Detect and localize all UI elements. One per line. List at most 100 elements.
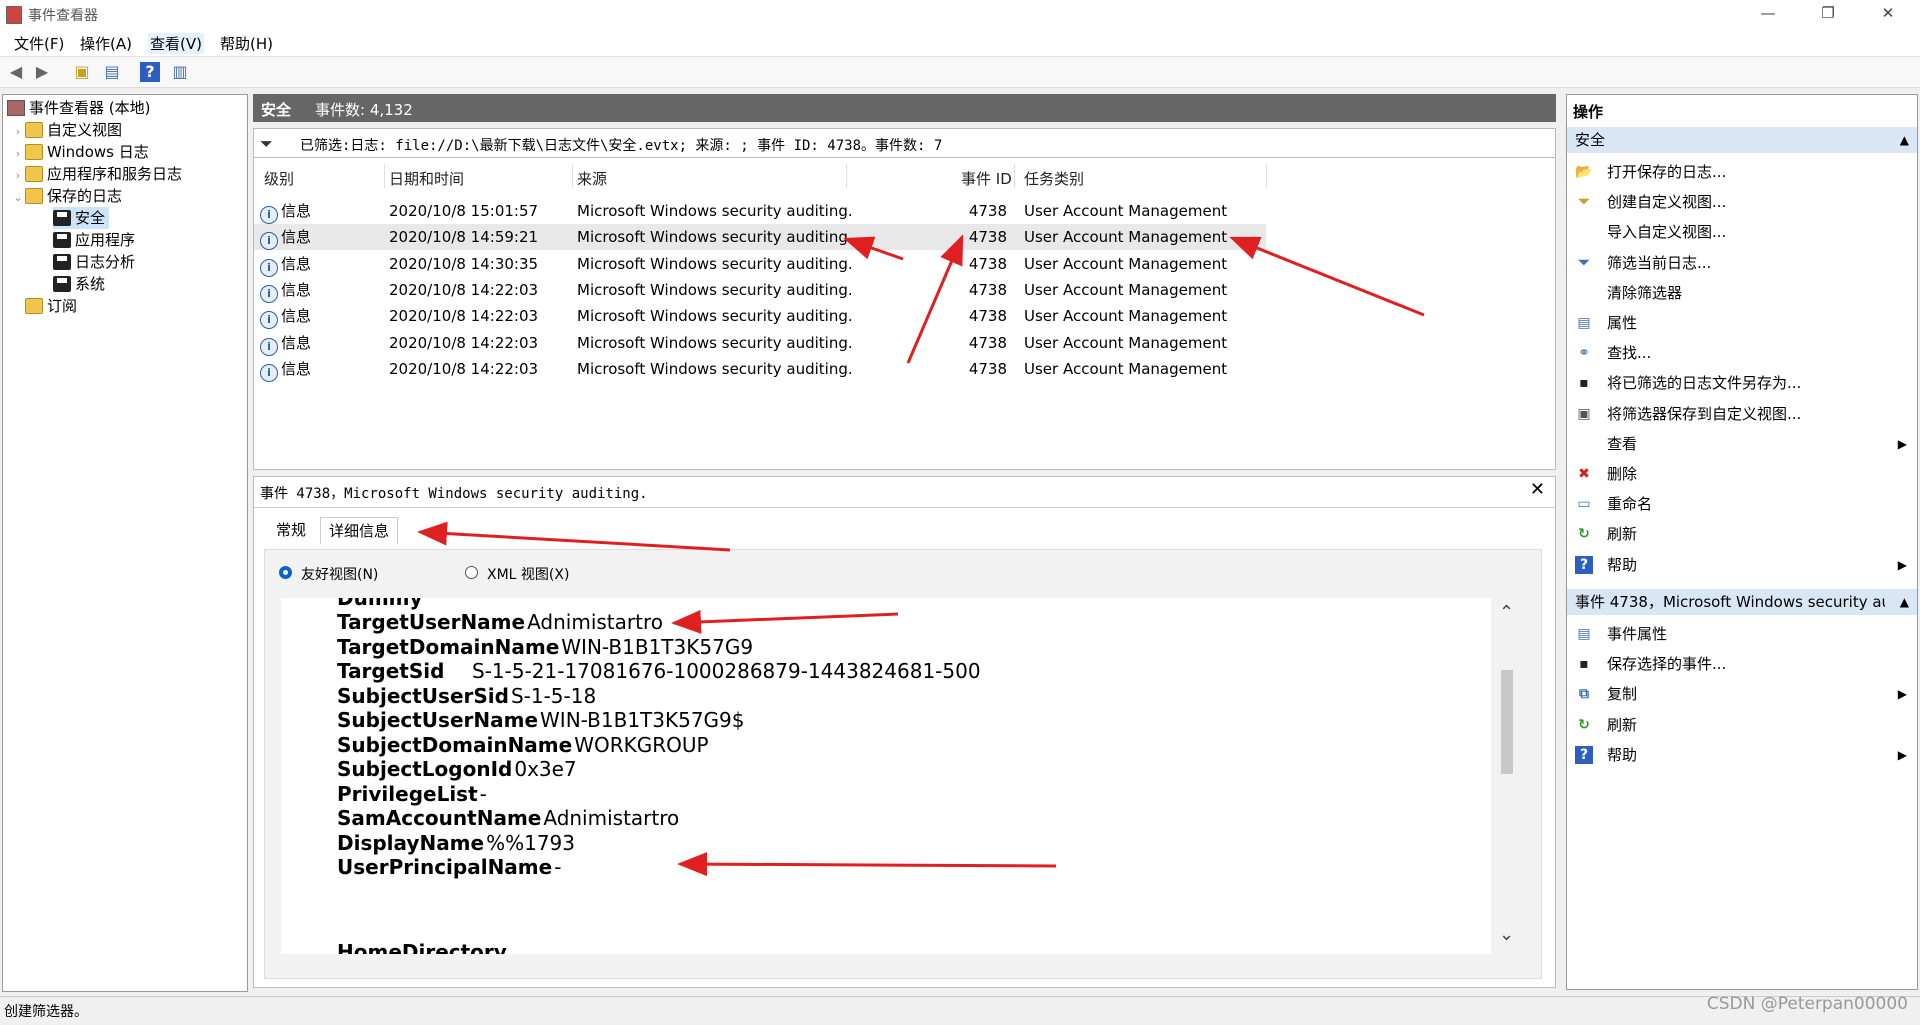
column-divider[interactable] — [384, 164, 385, 188]
action-item[interactable]: 清除筛选器 — [1567, 278, 1917, 308]
column-event-id[interactable]: 事件 ID — [961, 168, 1012, 189]
collapse-icon[interactable]: ▲ — [1900, 127, 1909, 153]
chevron-down-icon[interactable]: ⌄ — [11, 187, 25, 209]
column-level[interactable]: 级别 — [264, 168, 294, 189]
field-key: SubjectDomainName — [337, 732, 573, 757]
table-row[interactable]: i 信息 2020/10/8 14:30:35 Microsoft Windows s… — [254, 251, 1266, 277]
minimize-button[interactable]: — — [1758, 4, 1778, 22]
action-item[interactable]: ⧉ 复制 ▶ — [1567, 679, 1917, 709]
action-item[interactable]: ⏷ 创建自定义视图... — [1567, 187, 1917, 217]
tree-item-label: 保存的日志 — [47, 187, 123, 205]
tree-item-saved-logs[interactable]: ⌄ 保存的日志 — [11, 185, 122, 207]
table-row[interactable]: i 信息 2020/10/8 14:59:21 Microsoft Windows s… — [254, 224, 1266, 251]
action-item[interactable]: ▪ 将已筛选的日志文件另存为... — [1567, 368, 1917, 398]
tree-item-custom-views[interactable]: › 自定义视图 — [11, 119, 122, 141]
action-label: 清除筛选器 — [1607, 283, 1683, 302]
chevron-right-icon[interactable]: › — [11, 143, 25, 165]
column-divider[interactable] — [846, 164, 847, 188]
action-item[interactable]: 📂 打开保存的日志... — [1567, 157, 1917, 187]
actions-section-security[interactable]: 安全 ▲ — [1567, 127, 1917, 153]
table-row[interactable]: i 信息 2020/10/8 15:01:57 Microsoft Windows s… — [254, 198, 1266, 224]
task-category-cell: User Account Management — [1024, 280, 1228, 299]
action-item[interactable]: ▤ 属性 — [1567, 308, 1917, 338]
action-item[interactable]: 导入自定义视图... — [1567, 217, 1917, 247]
folder-up-icon[interactable]: ▣ — [72, 62, 92, 82]
xml-view-radio[interactable] — [465, 566, 478, 579]
menu-help[interactable]: 帮助(H) — [218, 33, 275, 54]
close-window-button[interactable]: ✕ — [1878, 4, 1898, 22]
action-item[interactable]: ? 帮助 ▶ — [1567, 550, 1917, 580]
action-label: 保存选择的事件... — [1607, 655, 1727, 674]
partial-field-top: Dummy — [337, 598, 423, 610]
field-key: PrivilegeList — [337, 781, 478, 806]
window-title: 事件查看器 — [28, 8, 98, 24]
date-cell: 2020/10/8 14:22:03 — [389, 280, 539, 299]
column-divider[interactable] — [1014, 164, 1015, 188]
column-divider[interactable] — [1266, 164, 1267, 188]
help-icon[interactable]: ? — [140, 62, 160, 82]
action-item[interactable]: ↻ 刷新 — [1567, 710, 1917, 740]
date-cell: 2020/10/8 14:22:03 — [389, 359, 539, 378]
collapse-icon[interactable]: ▲ — [1900, 589, 1909, 615]
tree-item-application[interactable]: 应用程序 — [53, 229, 135, 251]
close-icon[interactable]: ✕ — [1530, 479, 1545, 500]
tree-item-app-service-logs[interactable]: › 应用程序和服务日志 — [11, 163, 182, 185]
tab-general[interactable]: 常规 — [268, 517, 314, 543]
level-cell: i 信息 — [260, 356, 311, 382]
friendly-view-radio[interactable] — [279, 566, 292, 579]
back-icon[interactable]: ◀ — [6, 62, 26, 82]
tree-item-security[interactable]: 安全 — [53, 207, 110, 229]
action-item[interactable]: ↻ 刷新 — [1567, 519, 1917, 549]
level-cell: i 信息 — [260, 224, 311, 251]
chevron-right-icon[interactable]: › — [11, 165, 25, 187]
binoculars-icon: ⚭ — [1578, 345, 1590, 362]
tree-item-windows-logs[interactable]: › Windows 日志 — [11, 141, 149, 163]
action-item[interactable]: ▣ 将筛选器保存到自定义视图... — [1567, 399, 1917, 429]
date-cell: 2020/10/8 14:22:03 — [389, 333, 539, 352]
folder-icon — [25, 166, 43, 182]
tree-item-subscriptions[interactable]: 订阅 — [25, 295, 77, 317]
tree-item-log-analysis[interactable]: 日志分析 — [53, 251, 135, 273]
menu-file[interactable]: 文件(F) — [12, 33, 66, 54]
column-divider[interactable] — [572, 164, 573, 188]
column-date[interactable]: 日期和时间 — [389, 168, 464, 189]
menu-view[interactable]: 查看(V) — [148, 33, 204, 54]
column-source[interactable]: 来源 — [577, 168, 607, 189]
delete-icon: ✖ — [1578, 466, 1590, 482]
table-row[interactable]: i 信息 2020/10/8 14:22:03 Microsoft Windows s… — [254, 303, 1266, 330]
forward-icon[interactable]: ▶ — [32, 62, 52, 82]
show-hide-tree-icon[interactable]: ▤ — [102, 62, 122, 82]
action-item[interactable]: ⏷ 筛选当前日志... — [1567, 248, 1917, 278]
action-item[interactable]: ⚭ 查找... — [1567, 338, 1917, 368]
event-detail-title: 事件 4738，Microsoft Windows security audit… — [260, 486, 648, 502]
menu-action[interactable]: 操作(A) — [78, 33, 134, 54]
task-category-cell: User Account Management — [1024, 254, 1228, 273]
table-row[interactable]: i 信息 2020/10/8 14:22:03 Microsoft Windows s… — [254, 330, 1266, 356]
action-item[interactable]: ▤ 事件属性 — [1567, 619, 1917, 649]
action-item[interactable]: ✖ 删除 — [1567, 459, 1917, 489]
column-task-category[interactable]: 任务类别 — [1024, 168, 1084, 189]
action-item[interactable]: ▪ 保存选择的事件... — [1567, 649, 1917, 679]
event-id-cell: 4738 — [968, 307, 1007, 326]
tab-details[interactable]: 详细信息 — [320, 517, 399, 544]
action-item[interactable]: 查看 ▶ — [1567, 429, 1917, 459]
table-row[interactable]: i 信息 2020/10/8 14:22:03 Microsoft Windows s… — [254, 277, 1266, 303]
tree-root[interactable]: 事件查看器 (本地) — [7, 97, 150, 119]
restore-button[interactable]: ❐ — [1818, 4, 1838, 22]
scroll-up-icon[interactable]: ⌃ — [1499, 602, 1514, 623]
scrollbar-thumb[interactable] — [1501, 670, 1513, 774]
xml-view-label[interactable]: XML 视图(X) — [487, 564, 569, 584]
show-hide-action-pane-icon[interactable]: ▥ — [170, 62, 190, 82]
field-value: - — [554, 855, 562, 879]
chevron-right-icon[interactable]: › — [11, 121, 25, 143]
table-row[interactable]: i 信息 2020/10/8 14:22:03 Microsoft Windows s… — [254, 356, 1266, 382]
actions-section-event[interactable]: 事件 4738，Microsoft Windows security aud..… — [1567, 589, 1917, 615]
action-item[interactable]: ▭ 重命名 — [1567, 489, 1917, 519]
tree-item-system[interactable]: 系统 — [53, 273, 105, 295]
action-item[interactable]: ? 帮助 ▶ — [1567, 740, 1917, 770]
folder-icon — [25, 144, 43, 160]
action-label: 筛选当前日志... — [1607, 253, 1712, 272]
divider — [254, 507, 1555, 508]
scroll-down-icon[interactable]: ⌄ — [1499, 924, 1514, 945]
friendly-view-label[interactable]: 友好视图(N) — [301, 564, 378, 584]
